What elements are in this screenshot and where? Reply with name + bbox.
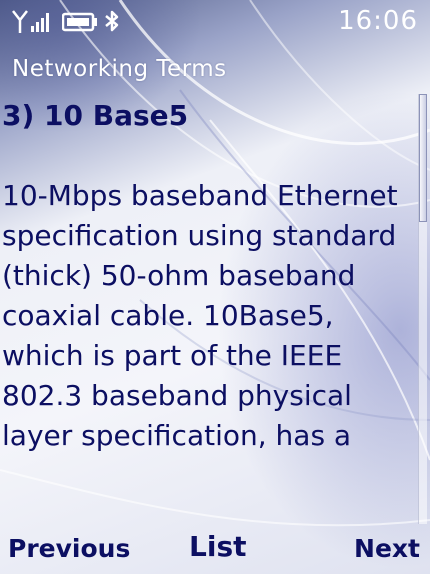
term-definition: 10-Mbps baseband Ethernet specification … bbox=[2, 179, 398, 452]
scroll-thumb[interactable] bbox=[419, 94, 427, 222]
status-bar: 16:06 bbox=[0, 0, 430, 44]
antenna-icon bbox=[12, 10, 28, 33]
previous-softkey[interactable]: Previous bbox=[8, 534, 130, 563]
app-title: Networking Terms bbox=[12, 56, 227, 82]
list-softkey[interactable]: List bbox=[189, 530, 247, 563]
term-content[interactable]: 3) 10 Base5 10-Mbps baseband Ethernet sp… bbox=[2, 96, 412, 524]
term-heading: 3) 10 Base5 bbox=[2, 99, 189, 132]
signal-strength-icon bbox=[31, 13, 49, 32]
scrollbar[interactable] bbox=[418, 94, 427, 524]
bluetooth-icon bbox=[105, 10, 119, 32]
softkey-bar: Previous List Next bbox=[0, 524, 430, 574]
status-clock: 16:06 bbox=[338, 6, 418, 36]
next-softkey[interactable]: Next bbox=[354, 534, 420, 563]
battery-icon bbox=[62, 12, 97, 32]
